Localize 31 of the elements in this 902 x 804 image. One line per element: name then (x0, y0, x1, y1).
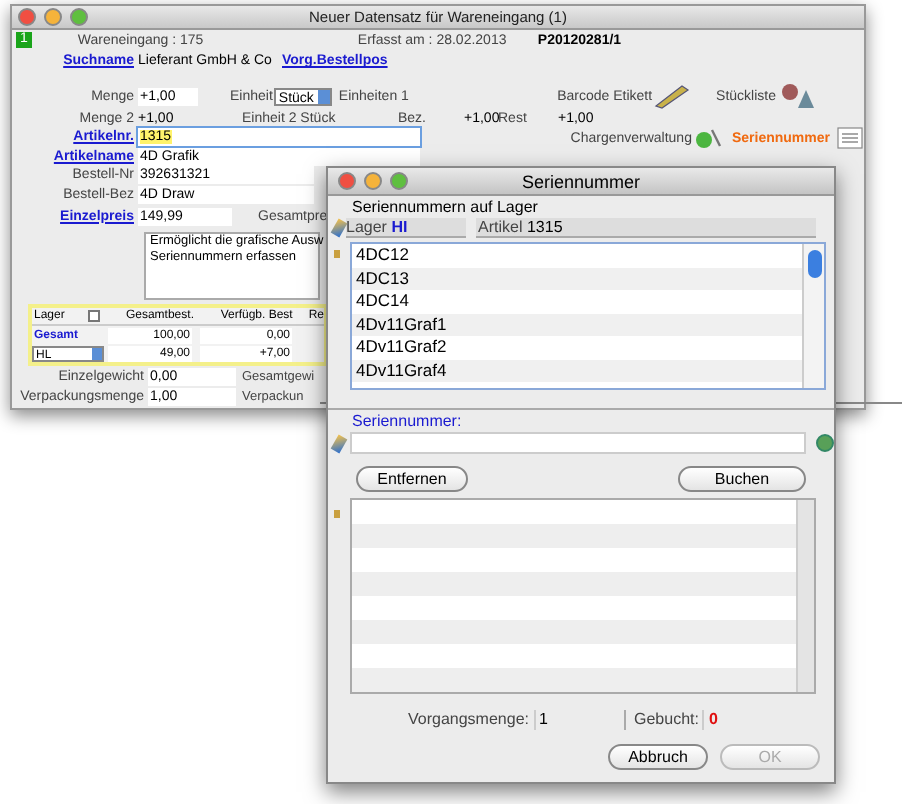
article-field[interactable]: Artikel 1315 (476, 218, 816, 238)
summary-label: Vorgangsmenge: (408, 710, 529, 730)
close-button[interactable] (18, 8, 36, 26)
dialog-title: Seriennummer (521, 171, 641, 191)
minimize-button[interactable] (364, 172, 382, 190)
field-label: Seriennummer: (352, 412, 464, 432)
list-item[interactable]: 4Dv11Graf1 (352, 313, 802, 336)
list-item[interactable]: 4Dv11Graf4 (352, 359, 802, 382)
push-button[interactable]: Buchen (678, 466, 806, 492)
list-item[interactable]: 4DC13 (352, 267, 802, 290)
push-button[interactable]: Abbruch (608, 744, 708, 770)
zoom-button[interactable] (70, 8, 88, 26)
minimize-button[interactable] (44, 8, 62, 26)
checkbox-icon (87, 310, 100, 322)
pencil-icon (330, 433, 348, 453)
store-field[interactable]: Lager HI (346, 218, 466, 238)
pencil-icon (330, 218, 348, 238)
section-heading: Seriennummern auf Lager (352, 198, 540, 218)
shapes-icon[interactable] (776, 82, 816, 110)
booked-list[interactable] (350, 498, 816, 694)
serial-input[interactable] (350, 432, 806, 454)
scrollbar[interactable] (802, 244, 824, 388)
push-button[interactable]: Entfernen (356, 466, 468, 492)
zoom-button[interactable] (390, 172, 408, 190)
summary-label: Gebucht: (634, 710, 699, 730)
summary-value: 0 (702, 710, 718, 730)
serial-list[interactable]: 4DC12 4DC13 4DC14 4Dv11Graf1 4Dv11Graf2 4Dv11Graf4 (350, 242, 826, 390)
close-button[interactable] (338, 172, 356, 190)
summary-value: 1 (533, 710, 548, 730)
document-icon[interactable] (836, 126, 864, 150)
info-icon[interactable] (816, 434, 834, 452)
